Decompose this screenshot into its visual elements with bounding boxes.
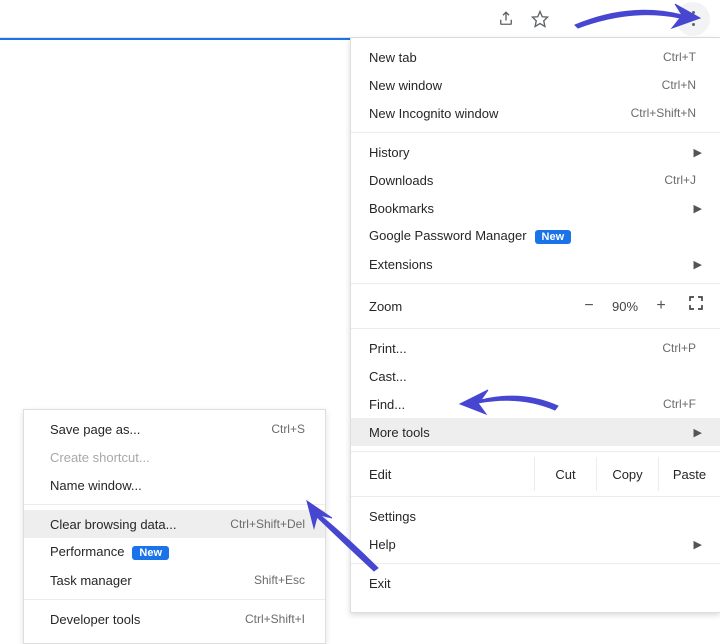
zoom-in-button[interactable]: + [648, 297, 674, 315]
new-badge: New [132, 546, 169, 560]
label: Create shortcut... [50, 450, 311, 465]
label: Google Password ManagerNew [369, 228, 702, 244]
more-tools-submenu: Save page as... Ctrl+S Create shortcut..… [23, 409, 326, 644]
label: More tools [369, 425, 690, 440]
label: Cast... [369, 369, 702, 384]
label: New Incognito window [369, 106, 631, 121]
label: Extensions [369, 257, 690, 272]
submenu-item-save-page[interactable]: Save page as... Ctrl+S [24, 415, 325, 443]
label: Save page as... [50, 422, 271, 437]
dot-icon [692, 23, 695, 26]
menu-item-cast[interactable]: Cast... [351, 362, 720, 390]
edit-copy-button[interactable]: Copy [596, 457, 658, 491]
customize-chrome-button[interactable] [676, 2, 710, 36]
zoom-out-button[interactable]: − [576, 297, 602, 315]
menu-item-extensions[interactable]: Extensions ▶ [351, 250, 720, 278]
shortcut: Ctrl+P [662, 341, 696, 355]
separator [24, 599, 325, 600]
chevron-right-icon: ▶ [690, 258, 702, 271]
label: Zoom [369, 299, 576, 314]
chrome-settings-menu: New tab Ctrl+T New window Ctrl+N New Inc… [350, 38, 720, 613]
dot-icon [692, 11, 695, 14]
label: New window [369, 78, 662, 93]
label: Task manager [50, 573, 254, 588]
zoom-percent: 90% [602, 299, 648, 314]
submenu-item-create-shortcut: Create shortcut... [24, 443, 325, 471]
label: Edit [351, 457, 534, 491]
menu-item-zoom: Zoom − 90% + [351, 289, 720, 323]
tab-strip-highlight [0, 38, 360, 40]
shortcut: Ctrl+Shift+Del [230, 517, 305, 531]
menu-item-print[interactable]: Print... Ctrl+P [351, 334, 720, 362]
address-bar[interactable] [0, 4, 488, 34]
edit-paste-button[interactable]: Paste [658, 457, 720, 491]
label: Find... [369, 397, 663, 412]
label: History [369, 145, 690, 160]
menu-item-bookmarks[interactable]: Bookmarks ▶ [351, 194, 720, 222]
label: Settings [369, 509, 702, 524]
menu-item-new-window[interactable]: New window Ctrl+N [351, 71, 720, 99]
menu-item-edit: Edit Cut Copy Paste [351, 457, 720, 491]
menu-item-more-tools[interactable]: More tools ▶ [351, 418, 720, 446]
separator [24, 504, 325, 505]
label: PerformanceNew [50, 544, 311, 560]
label: Name window... [50, 478, 311, 493]
shortcut: Shift+Esc [254, 573, 305, 587]
shortcut: Ctrl+T [663, 50, 696, 64]
submenu-item-developer-tools[interactable]: Developer tools Ctrl+Shift+I [24, 605, 325, 633]
shortcut: Ctrl+S [271, 422, 305, 436]
shortcut: Ctrl+J [664, 173, 696, 187]
edit-cut-button[interactable]: Cut [534, 457, 596, 491]
menu-item-settings[interactable]: Settings [351, 502, 720, 530]
menu-item-help[interactable]: Help ▶ [351, 530, 720, 558]
share-icon[interactable] [490, 3, 522, 35]
browser-toolbar [0, 0, 720, 38]
menu-item-password-manager[interactable]: Google Password ManagerNew [351, 222, 720, 250]
label: Print... [369, 341, 662, 356]
label: Downloads [369, 173, 664, 188]
label: Developer tools [50, 612, 245, 627]
menu-item-new-tab[interactable]: New tab Ctrl+T [351, 43, 720, 71]
chevron-right-icon: ▶ [690, 146, 702, 159]
submenu-item-task-manager[interactable]: Task manager Shift+Esc [24, 566, 325, 594]
chevron-right-icon: ▶ [690, 202, 702, 215]
submenu-item-name-window[interactable]: Name window... [24, 471, 325, 499]
star-icon[interactable] [524, 3, 556, 35]
new-badge: New [535, 230, 572, 244]
shortcut: Ctrl+Shift+N [631, 106, 696, 120]
shortcut: Ctrl+Shift+I [245, 612, 305, 626]
label: New tab [369, 50, 663, 65]
menu-item-find[interactable]: Find... Ctrl+F [351, 390, 720, 418]
menu-item-downloads[interactable]: Downloads Ctrl+J [351, 166, 720, 194]
label: Bookmarks [369, 201, 690, 216]
chevron-right-icon: ▶ [690, 538, 702, 551]
shortcut: Ctrl+N [662, 78, 696, 92]
fullscreen-icon[interactable] [688, 295, 710, 317]
submenu-item-clear-browsing-data[interactable]: Clear browsing data... Ctrl+Shift+Del [24, 510, 325, 538]
label: Clear browsing data... [50, 517, 230, 532]
dot-icon [692, 17, 695, 20]
menu-item-exit[interactable]: Exit [351, 569, 720, 597]
menu-item-incognito[interactable]: New Incognito window Ctrl+Shift+N [351, 99, 720, 127]
menu-item-history[interactable]: History ▶ [351, 138, 720, 166]
label: Exit [369, 576, 702, 591]
label: Help [369, 537, 690, 552]
chevron-right-icon: ▶ [690, 426, 702, 439]
shortcut: Ctrl+F [663, 397, 696, 411]
submenu-item-performance[interactable]: PerformanceNew [24, 538, 325, 566]
